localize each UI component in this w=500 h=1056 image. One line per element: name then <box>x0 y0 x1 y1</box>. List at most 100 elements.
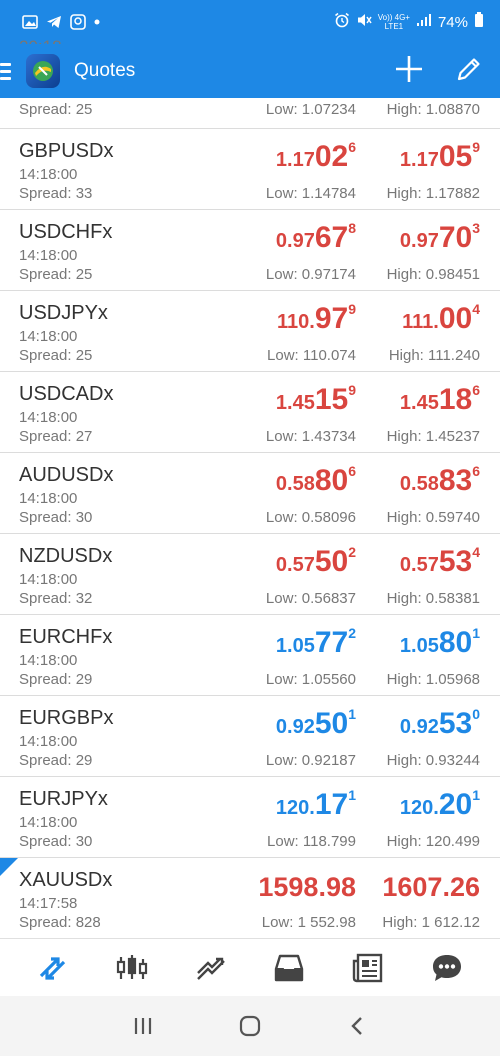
bid-price-fraction: 9 <box>348 301 356 317</box>
quote-time: 14:18:00 <box>19 652 78 669</box>
bid-price-fraction: 8 <box>348 220 356 236</box>
bid-price-pips: 50 <box>314 707 349 740</box>
ask-price-prefix: 0.58 <box>399 473 439 495</box>
back-icon <box>350 1017 362 1035</box>
low-label: Low: 0.97174 <box>265 266 356 283</box>
quote-row[interactable]: USDCHFx 14:18:00 Spread: 25 0.97678 0.97… <box>0 210 500 291</box>
quotes-list[interactable]: Spread: 25 Low: 1.07234 High: 1.08870 GB… <box>0 98 500 938</box>
spread-label: Spread: 25 <box>19 101 93 118</box>
spread-label: Spread: 25 <box>19 266 93 283</box>
high-label: High: 0.59740 <box>386 509 480 526</box>
ask-price: 1607.26 <box>382 872 480 903</box>
edit-button[interactable] <box>456 56 482 87</box>
home-icon <box>239 1015 261 1037</box>
menu-icon[interactable] <box>0 62 18 80</box>
ask-price: 0.57534 <box>400 544 480 579</box>
battery-level: 74% <box>437 13 468 31</box>
high-label: High: 1 612.12 <box>382 914 480 931</box>
nav-history-button[interactable] <box>265 944 313 992</box>
spread-label: Spread: 32 <box>19 590 93 607</box>
nav-chart-button[interactable] <box>108 944 156 992</box>
home-button[interactable] <box>230 1006 270 1046</box>
quote-time: 14:18:00 <box>19 328 78 345</box>
bid-price-fraction: 2 <box>348 625 356 641</box>
bid-price-pips: 50 <box>314 545 349 578</box>
spread-label: Spread: 33 <box>19 185 93 202</box>
symbol-name: EURCHFx <box>19 626 113 648</box>
signal-icon <box>416 13 432 31</box>
bid-price-prefix: 1598. <box>258 872 326 902</box>
nav-quotes-button[interactable] <box>29 944 77 992</box>
trade-icon <box>196 957 225 980</box>
high-label: High: 1.45237 <box>386 428 480 445</box>
bid-price-prefix: 1.17 <box>275 149 315 171</box>
quote-row-partial[interactable]: Spread: 25 Low: 1.07234 High: 1.08870 <box>0 98 500 129</box>
ask-price-pips: 80 <box>438 626 473 659</box>
ask-price-pips: 26 <box>449 872 480 902</box>
ask-price-pips: 53 <box>438 545 473 578</box>
spread-label: Spread: 29 <box>19 671 93 688</box>
low-label: Low: 0.58096 <box>265 509 356 526</box>
selection-marker <box>0 858 18 876</box>
bid-price-fraction: 9 <box>348 382 356 398</box>
ask-price-fraction: 3 <box>472 220 480 236</box>
ask-price-prefix: 0.97 <box>399 230 439 252</box>
mute-icon <box>356 12 372 32</box>
quote-row[interactable]: EURGBPx 14:18:00 Spread: 29 0.92501 0.92… <box>0 696 500 777</box>
spread-label: Spread: 27 <box>19 428 93 445</box>
symbol-name: NZDUSDx <box>19 545 113 567</box>
ask-price-prefix: 120. <box>399 797 439 819</box>
bid-price: 0.97678 <box>276 220 356 255</box>
bid-price: 0.57502 <box>276 544 356 579</box>
high-label: High: 0.58381 <box>386 590 480 607</box>
low-label: Low: 0.56837 <box>265 590 356 607</box>
bottom-navigation <box>0 938 500 996</box>
quote-row[interactable]: EURJPYx 14:18:00 Spread: 30 120.171 120.… <box>0 777 500 858</box>
ask-price-pips: 83 <box>438 464 473 497</box>
network-type-line1: Vo)) 4G+ <box>377 13 410 22</box>
app-logo <box>26 54 60 88</box>
ask-price: 111.004 <box>402 301 480 336</box>
quote-row[interactable]: GBPUSDx 14:18:00 Spread: 33 1.17026 1.17… <box>0 129 500 210</box>
ask-price-pips: 18 <box>438 383 473 416</box>
ask-price-prefix: 1.45 <box>399 392 439 414</box>
nav-news-button[interactable] <box>344 944 392 992</box>
ask-price-prefix: 1607. <box>382 872 450 902</box>
quote-time: 14:18:00 <box>19 166 78 183</box>
quote-row[interactable]: NZDUSDx 14:18:00 Spread: 32 0.57502 0.57… <box>0 534 500 615</box>
bid-price-prefix: 0.92 <box>275 716 315 738</box>
symbol-name: EURJPYx <box>19 788 108 810</box>
quotes-arrows-icon <box>40 956 66 980</box>
ask-price-pips: 70 <box>438 221 473 254</box>
high-label: High: 1.17882 <box>386 185 480 202</box>
news-icon <box>352 953 383 982</box>
nav-chat-button[interactable] <box>423 944 471 992</box>
candlestick-chart-icon <box>116 954 148 979</box>
history-inbox-icon <box>275 954 304 981</box>
symbol-name: USDCADx <box>19 383 114 405</box>
low-label: Low: 0.92187 <box>265 752 356 769</box>
spread-label: Spread: 29 <box>19 752 93 769</box>
ask-price-fraction: 1 <box>472 625 480 641</box>
quote-row[interactable]: XAUUSDx 14:17:58 Spread: 828 1598.98 160… <box>0 858 500 938</box>
ask-price-prefix: 0.92 <box>399 716 439 738</box>
quote-row[interactable]: EURCHFx 14:18:00 Spread: 29 1.05772 1.05… <box>0 615 500 696</box>
bid-price-pips: 97 <box>314 302 349 335</box>
bid-price-pips: 67 <box>314 221 349 254</box>
quote-row[interactable]: AUDUSDx 14:18:00 Spread: 30 0.58806 0.58… <box>0 453 500 534</box>
ask-price-fraction: 6 <box>472 463 480 479</box>
ask-price-pips: 20 <box>438 788 473 821</box>
bid-price-fraction: 1 <box>348 706 356 722</box>
low-label: Low: 1.05560 <box>265 671 356 688</box>
quote-row[interactable]: USDCADx 14:18:00 Spread: 27 1.45159 1.45… <box>0 372 500 453</box>
ask-price-pips: 05 <box>438 140 473 173</box>
nav-trade-button[interactable] <box>187 944 235 992</box>
add-symbol-button[interactable] <box>394 54 424 89</box>
back-button[interactable] <box>337 1006 377 1046</box>
battery-icon <box>474 12 484 32</box>
recent-apps-button[interactable] <box>123 1006 163 1046</box>
recent-apps-icon <box>135 1018 152 1034</box>
quote-time: 14:18:00 <box>19 733 78 750</box>
bid-price-pips: 98 <box>325 872 356 902</box>
quote-row[interactable]: USDJPYx 14:18:00 Spread: 25 110.979 111.… <box>0 291 500 372</box>
